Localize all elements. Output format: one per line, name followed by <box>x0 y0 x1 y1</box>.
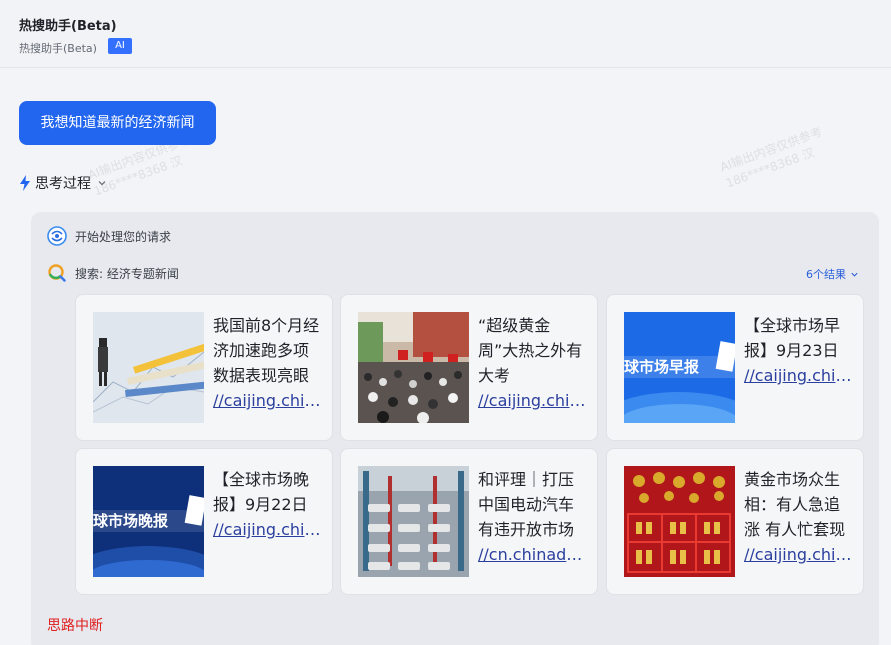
results-count-label: 6个结果 <box>806 268 846 281</box>
chevron-down-icon <box>851 272 858 277</box>
news-title: 【全球市场早报】9月23日 <box>744 316 841 360</box>
thinking-interrupted-status: 思路中断 <box>47 618 103 634</box>
news-link[interactable]: //caijing.chinadaily.com.cn <box>744 542 852 567</box>
lightning-icon <box>20 175 30 191</box>
thinking-process-label: 思考过程 <box>35 176 91 192</box>
assistant-logo-icon <box>47 226 67 246</box>
ai-badge: AI <box>108 38 132 54</box>
news-title: “超级黄金周”大热之外有大考 <box>478 316 583 385</box>
watermark: AI输出内容仅供参考186****8368 汉 <box>718 124 825 191</box>
results-count-toggle[interactable]: 6个结果 <box>806 266 859 282</box>
news-thumbnail <box>624 466 735 577</box>
news-link[interactable]: //caijing.chinadaily.com.cn <box>478 388 586 413</box>
news-card[interactable]: 和评理｜打压中国电动汽车有违开放市场原则 //cn.chinadaily.com… <box>340 448 598 595</box>
app-subtitle: 热搜助手(Beta) <box>19 42 97 55</box>
app-header: 热搜助手(Beta) 热搜助手(Beta) AI <box>0 0 891 68</box>
news-card[interactable]: 球市场晚报 【全球市场晚报】9月22日 //caijing.chinadaily… <box>75 448 333 595</box>
news-card[interactable]: “超级黄金周”大热之外有大考 //caijing.chinadaily.com.… <box>340 294 598 441</box>
user-query-bubble: 我想知道最新的经济新闻 <box>19 101 216 145</box>
news-card[interactable]: 球市场早报 【全球市场早报】9月23日 //caijing.chinadaily… <box>606 294 864 441</box>
news-thumbnail: 球市场早报 <box>624 312 735 423</box>
thumbnail-caption: 球市场早报 <box>624 356 735 378</box>
step-label: 搜索: 经济专题新闻 <box>75 266 179 281</box>
news-link[interactable]: //cn.chinadaily.com.cn <box>478 542 586 567</box>
news-link[interactable]: //caijing.chinadaily.com.cn <box>744 363 852 388</box>
news-link[interactable]: //caijing.chinadaily.com.cn <box>213 517 321 542</box>
thinking-process-toggle[interactable]: 思考过程 <box>19 173 107 193</box>
news-title: 和评理｜打压中国电动汽车有违开放市场原则 <box>478 470 575 539</box>
news-title: 【全球市场晚报】9月22日 <box>213 470 310 514</box>
step-start: 开始处理您的请求 <box>47 226 171 246</box>
app-title: 热搜助手(Beta) <box>19 19 117 34</box>
news-thumbnail <box>93 312 204 423</box>
news-title: 黄金市场众生相：有人急追涨 有人忙套现 <box>744 470 846 539</box>
thumbnail-caption: 球市场晚报 <box>93 510 204 532</box>
news-thumbnail: 球市场晚报 <box>93 466 204 577</box>
search-icon <box>48 264 66 282</box>
news-link[interactable]: //caijing.chinadaily.com.cn <box>213 388 321 413</box>
chevron-down-icon <box>98 181 106 186</box>
news-thumbnail <box>358 312 469 423</box>
step-label: 开始处理您的请求 <box>75 229 172 244</box>
news-card[interactable]: 我国前8个月经济加速跑多项数据表现亮眼 //caijing.chinadaily… <box>75 294 333 441</box>
news-title: 我国前8个月经济加速跑多项数据表现亮眼 <box>213 316 320 385</box>
news-thumbnail <box>358 466 469 577</box>
step-search: 搜索: 经济专题新闻 <box>47 263 179 283</box>
news-card[interactable]: 黄金市场众生相：有人急追涨 有人忙套现 //caijing.chinadaily… <box>606 448 864 595</box>
